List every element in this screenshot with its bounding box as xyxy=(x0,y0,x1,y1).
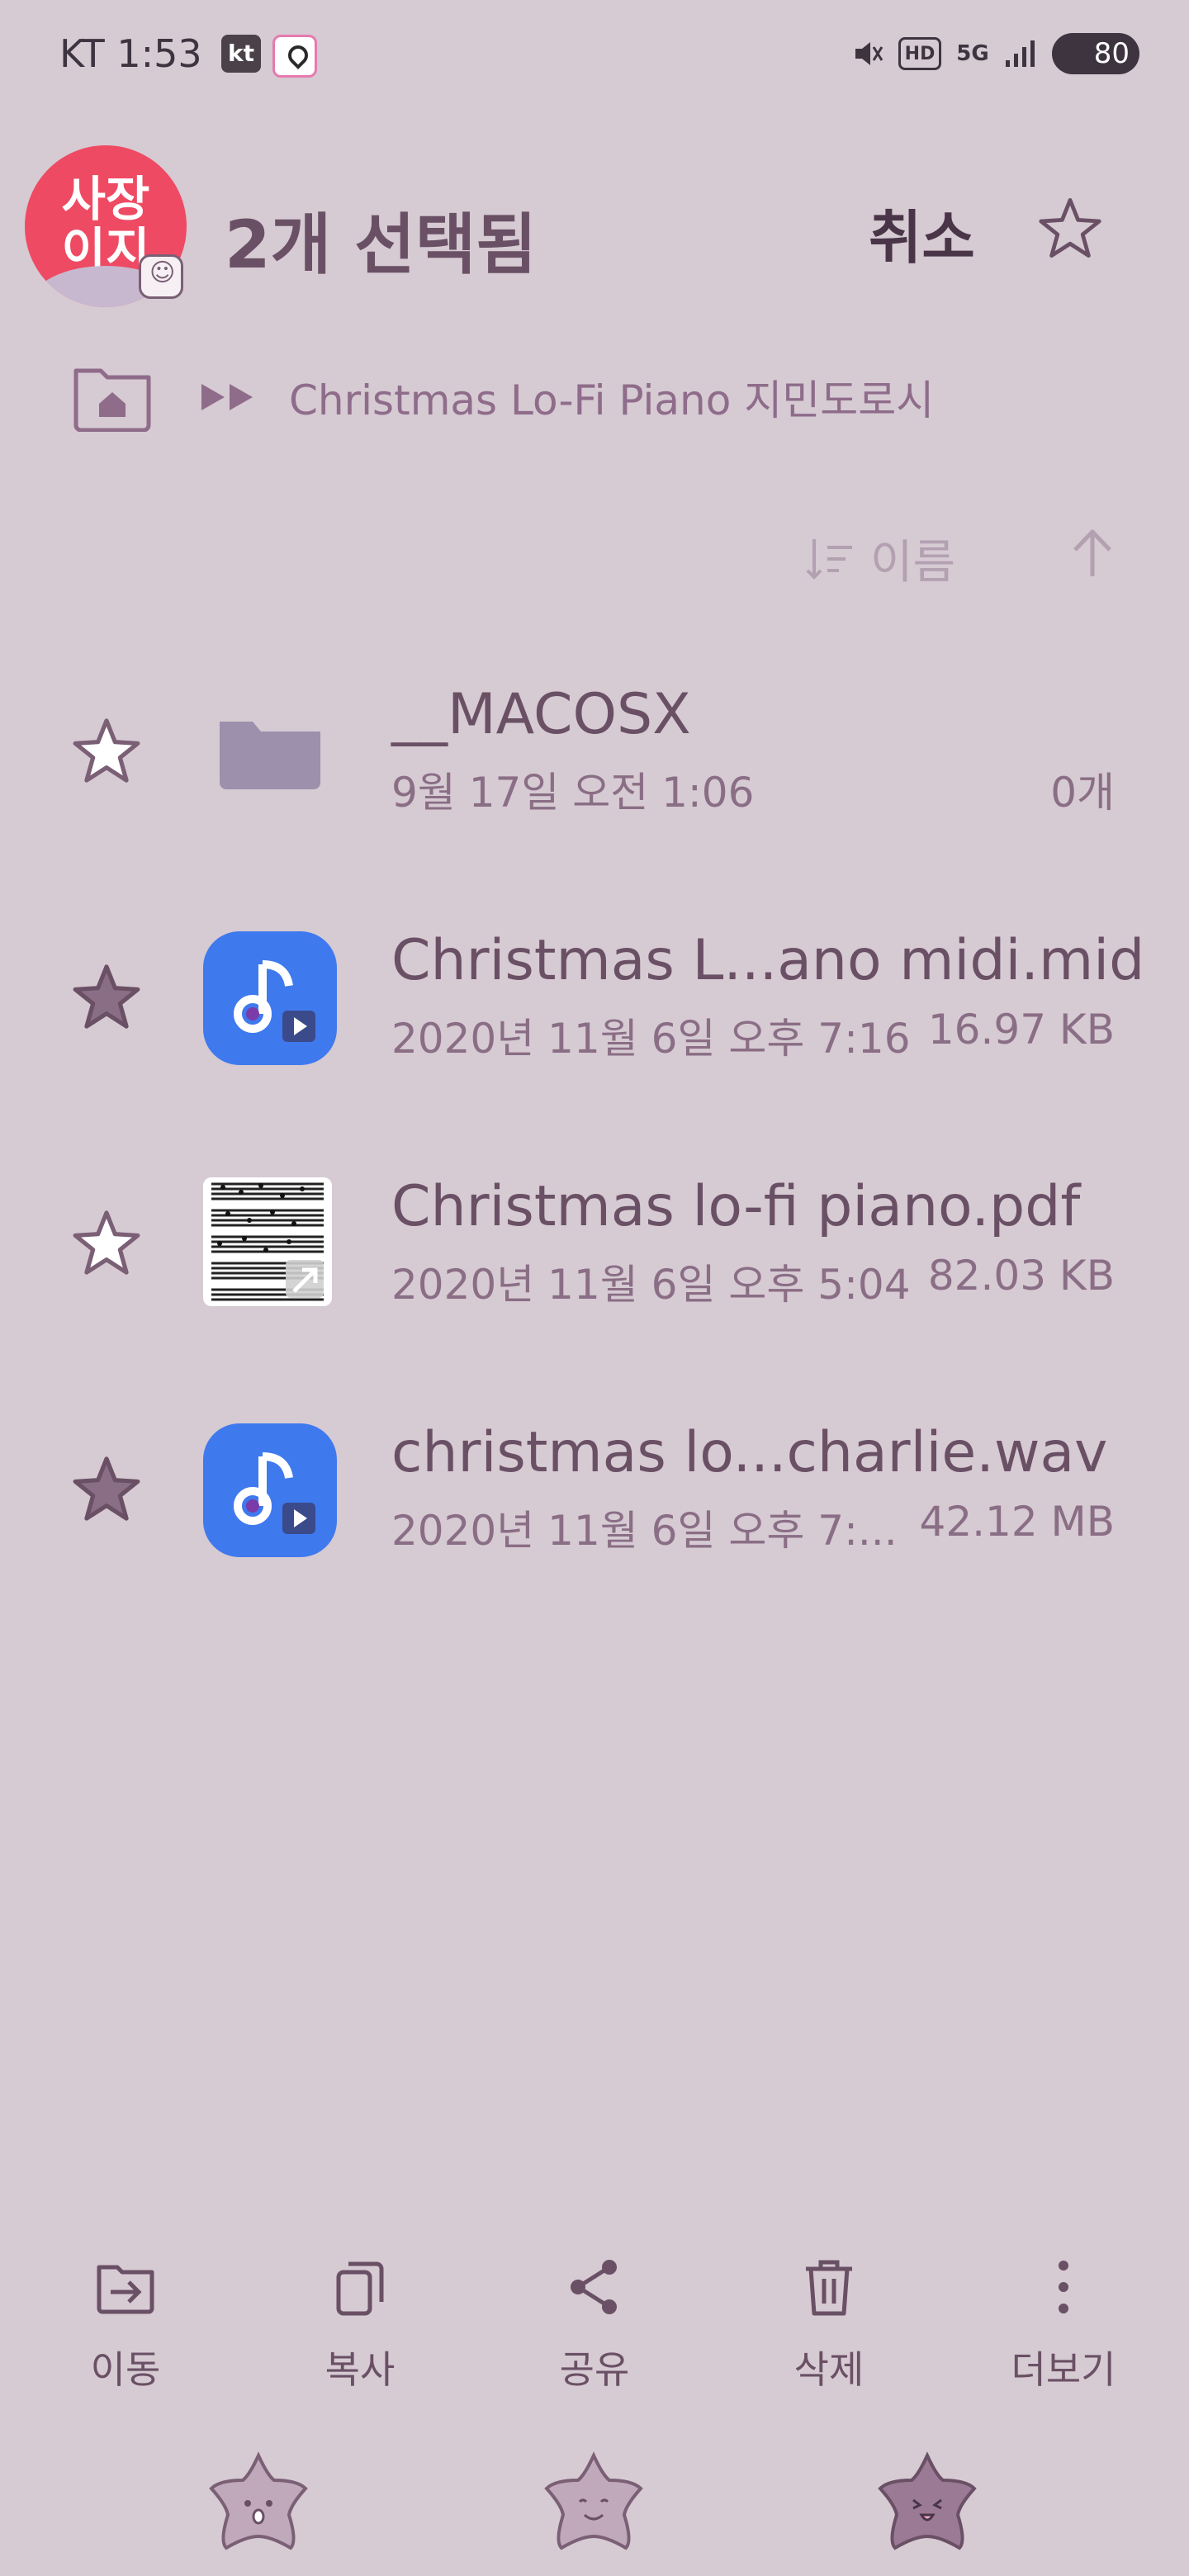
file-date: 2020년 11월 6일 오후 5:04 xyxy=(391,1261,911,1309)
delete-label: 삭제 xyxy=(793,2347,865,2392)
breadcrumb: Christmas Lo-Fi Piano 지민도로시 xyxy=(71,360,934,434)
move-icon xyxy=(97,2265,154,2314)
signal-icon xyxy=(1004,37,1037,70)
sort-control[interactable]: 이름 xyxy=(806,525,955,592)
music-file-icon xyxy=(203,931,337,1065)
map-app-icon xyxy=(272,35,317,78)
list-item[interactable]: Christmas lo-fi piano.pdf 2020년 11월 6일 오… xyxy=(0,1161,1189,1359)
home-folder-icon[interactable] xyxy=(71,362,154,432)
selection-title: 2개 선택됨 xyxy=(225,206,537,283)
list-item[interactable]: christmas lo...charlie.wav 2020년 11월 6일 … xyxy=(0,1407,1189,1605)
copy-label: 복사 xyxy=(324,2347,396,2392)
move-button[interactable]: 이동 xyxy=(43,2254,208,2403)
more-button[interactable]: 더보기 xyxy=(981,2254,1146,2403)
star-outline-icon[interactable] xyxy=(71,1207,142,1278)
copy-icon xyxy=(336,2261,384,2316)
5g-icon: 5G xyxy=(956,41,989,66)
star-outline-icon[interactable] xyxy=(1037,195,1103,261)
file-name: Christmas lo-fi piano.pdf xyxy=(391,1174,1081,1239)
folder-icon xyxy=(203,685,337,819)
delete-button[interactable]: 삭제 xyxy=(746,2254,912,2403)
kt-app-icon: kt xyxy=(221,35,261,73)
file-name: Christmas L...ano midi.mid xyxy=(391,928,1145,993)
trash-icon xyxy=(806,2260,852,2316)
breadcrumb-arrow-icon xyxy=(201,384,253,410)
star-outline-icon[interactable] xyxy=(71,715,142,786)
pdf-thumbnail-icon xyxy=(203,1177,337,1311)
list-item[interactable]: __MACOSX 9월 17일 오전 1:06 0개 xyxy=(0,669,1189,867)
file-size: 42.12 MB xyxy=(919,1498,1115,1546)
battery-icon: 80 xyxy=(1052,33,1139,74)
star-filled-icon[interactable] xyxy=(71,961,142,1032)
file-size: 82.03 KB xyxy=(927,1252,1115,1300)
file-size: 16.97 KB xyxy=(927,1006,1115,1054)
file-name: __MACOSX xyxy=(391,682,691,747)
file-size: 0개 xyxy=(1050,769,1115,817)
nav-home-star-icon[interactable] xyxy=(540,2451,647,2555)
file-date: 2020년 11월 6일 오후 7:... xyxy=(391,1507,898,1555)
nav-recent-star-icon[interactable] xyxy=(874,2451,981,2555)
share-button[interactable]: 공유 xyxy=(512,2254,677,2403)
cancel-button[interactable]: 취소 xyxy=(869,192,975,275)
more-icon xyxy=(1059,2261,1068,2313)
chat-bubble-icon xyxy=(139,254,183,299)
file-name: christmas lo...charlie.wav xyxy=(391,1420,1108,1485)
sort-icon xyxy=(806,538,852,580)
sort-label: 이름 xyxy=(870,536,956,590)
file-date: 9월 17일 오전 1:06 xyxy=(391,769,755,817)
move-label: 이동 xyxy=(90,2347,161,2392)
star-filled-icon[interactable] xyxy=(71,1453,142,1524)
music-file-icon xyxy=(203,1423,337,1557)
bottom-action-bar: 이동 복사 공유 삭제 더보기 xyxy=(0,2254,1189,2419)
breadcrumb-path[interactable]: Christmas Lo-Fi Piano 지민도로시 xyxy=(289,367,934,427)
more-label: 더보기 xyxy=(1011,2347,1116,2392)
copy-button[interactable]: 복사 xyxy=(277,2254,443,2403)
hd-voice-icon: HD xyxy=(898,37,941,70)
list-item[interactable]: Christmas L...ano midi.mid 2020년 11월 6일 … xyxy=(0,915,1189,1113)
status-time: KT 1:53 xyxy=(59,31,202,76)
status-bar: KT 1:53 kt HD 5G 80 xyxy=(0,0,1189,107)
file-date: 2020년 11월 6일 오후 7:16 xyxy=(391,1015,911,1063)
share-label: 공유 xyxy=(559,2347,630,2392)
sort-direction-icon[interactable] xyxy=(1070,528,1115,580)
nav-back-star-icon[interactable] xyxy=(205,2451,312,2555)
mute-icon xyxy=(850,37,883,70)
share-icon xyxy=(571,2260,617,2314)
